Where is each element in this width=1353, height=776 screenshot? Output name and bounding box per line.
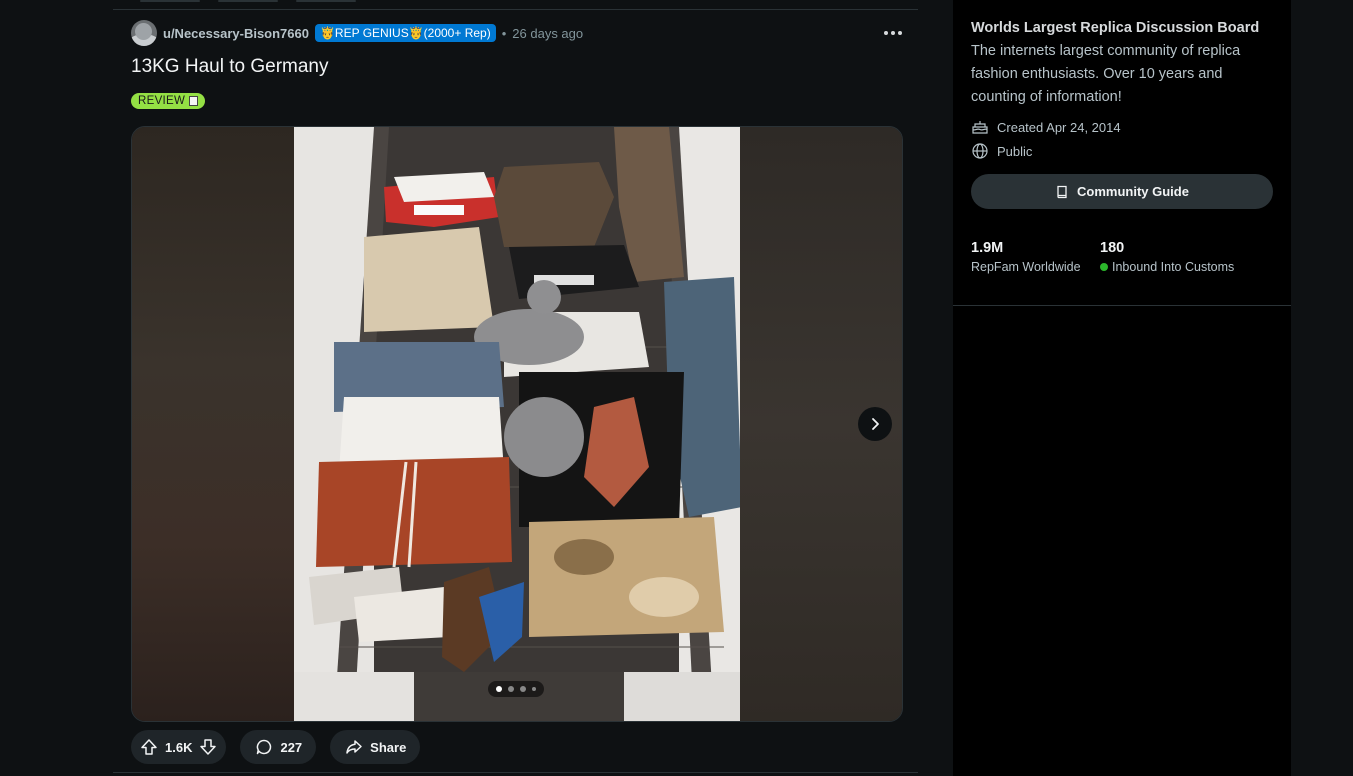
gallery-dot[interactable]	[520, 686, 526, 692]
gallery-dot-active[interactable]	[496, 686, 502, 692]
vote-count: 1.6K	[165, 739, 193, 755]
memo-icon	[189, 96, 199, 106]
online-count: 180	[1100, 240, 1125, 256]
sidebar-divider	[953, 305, 1291, 306]
downvote-icon[interactable]	[198, 737, 218, 757]
share-button[interactable]: Share	[330, 730, 421, 764]
post-meta: u/Necessary-Bison7660 🤴REP GENIUS🤴(2000+…	[131, 20, 583, 46]
image-gallery[interactable]	[131, 126, 903, 722]
next-image-button[interactable]	[858, 407, 892, 441]
gallery-dot[interactable]	[508, 686, 514, 692]
share-icon	[344, 737, 364, 757]
online-indicator-icon	[1100, 263, 1108, 271]
community-guide-label: Community Guide	[1077, 184, 1189, 199]
visibility-row: Public	[971, 142, 1032, 160]
haul-photo[interactable]	[294, 127, 740, 721]
meta-separator: •	[501, 25, 507, 41]
cake-icon	[972, 121, 988, 134]
previous-post-edge	[140, 0, 356, 2]
visibility-label: Public	[997, 143, 1033, 159]
created-date-row: Created Apr 24, 2014	[971, 118, 1121, 136]
post-actions: 1.6K 227 Share	[131, 730, 421, 764]
members-label: RepFam Worldwide	[971, 260, 1081, 274]
community-description: The internets largest community of repli…	[971, 43, 1241, 105]
gallery-blur-left	[132, 127, 294, 721]
post-divider-bottom	[113, 772, 918, 773]
book-icon	[1057, 185, 1067, 198]
created-date: Created Apr 24, 2014	[997, 119, 1121, 135]
more-options-icon[interactable]	[880, 22, 906, 44]
tag-label: REVIEW	[138, 95, 186, 107]
comment-icon	[254, 737, 274, 757]
community-guide-button[interactable]: Community Guide	[971, 174, 1273, 209]
community-sidebar: Worlds Largest Replica Discussion Board …	[953, 0, 1291, 776]
upvote-icon[interactable]	[139, 737, 159, 757]
comment-count: 227	[280, 739, 303, 755]
community-title: Worlds Largest Replica Discussion Board	[971, 20, 1260, 36]
post-card: u/Necessary-Bison7660 🤴REP GENIUS🤴(2000+…	[113, 10, 918, 776]
avatar[interactable]	[131, 20, 157, 46]
post-flair-tag[interactable]: REVIEW	[131, 93, 206, 109]
vote-bar: 1.6K	[131, 730, 227, 764]
globe-icon	[972, 143, 988, 159]
online-stat: 180 Inbound Into Customs	[1100, 240, 1234, 274]
user-flair: 🤴REP GENIUS🤴(2000+ Rep)	[314, 24, 496, 42]
members-count: 1.9M	[971, 240, 1004, 256]
online-label: Inbound Into Customs	[1112, 260, 1235, 274]
gallery-pagination	[488, 681, 544, 697]
chevron-right-icon	[872, 418, 879, 430]
author-link[interactable]: u/Necessary-Bison7660	[163, 26, 309, 41]
gallery-dot[interactable]	[532, 687, 536, 691]
members-stat: 1.9M RepFam Worldwide	[971, 240, 1081, 274]
share-label: Share	[370, 739, 407, 755]
post-title[interactable]: 13KG Haul to Germany	[131, 56, 328, 78]
post-time: 26 days ago	[512, 25, 584, 41]
comments-button[interactable]: 227	[240, 730, 317, 764]
